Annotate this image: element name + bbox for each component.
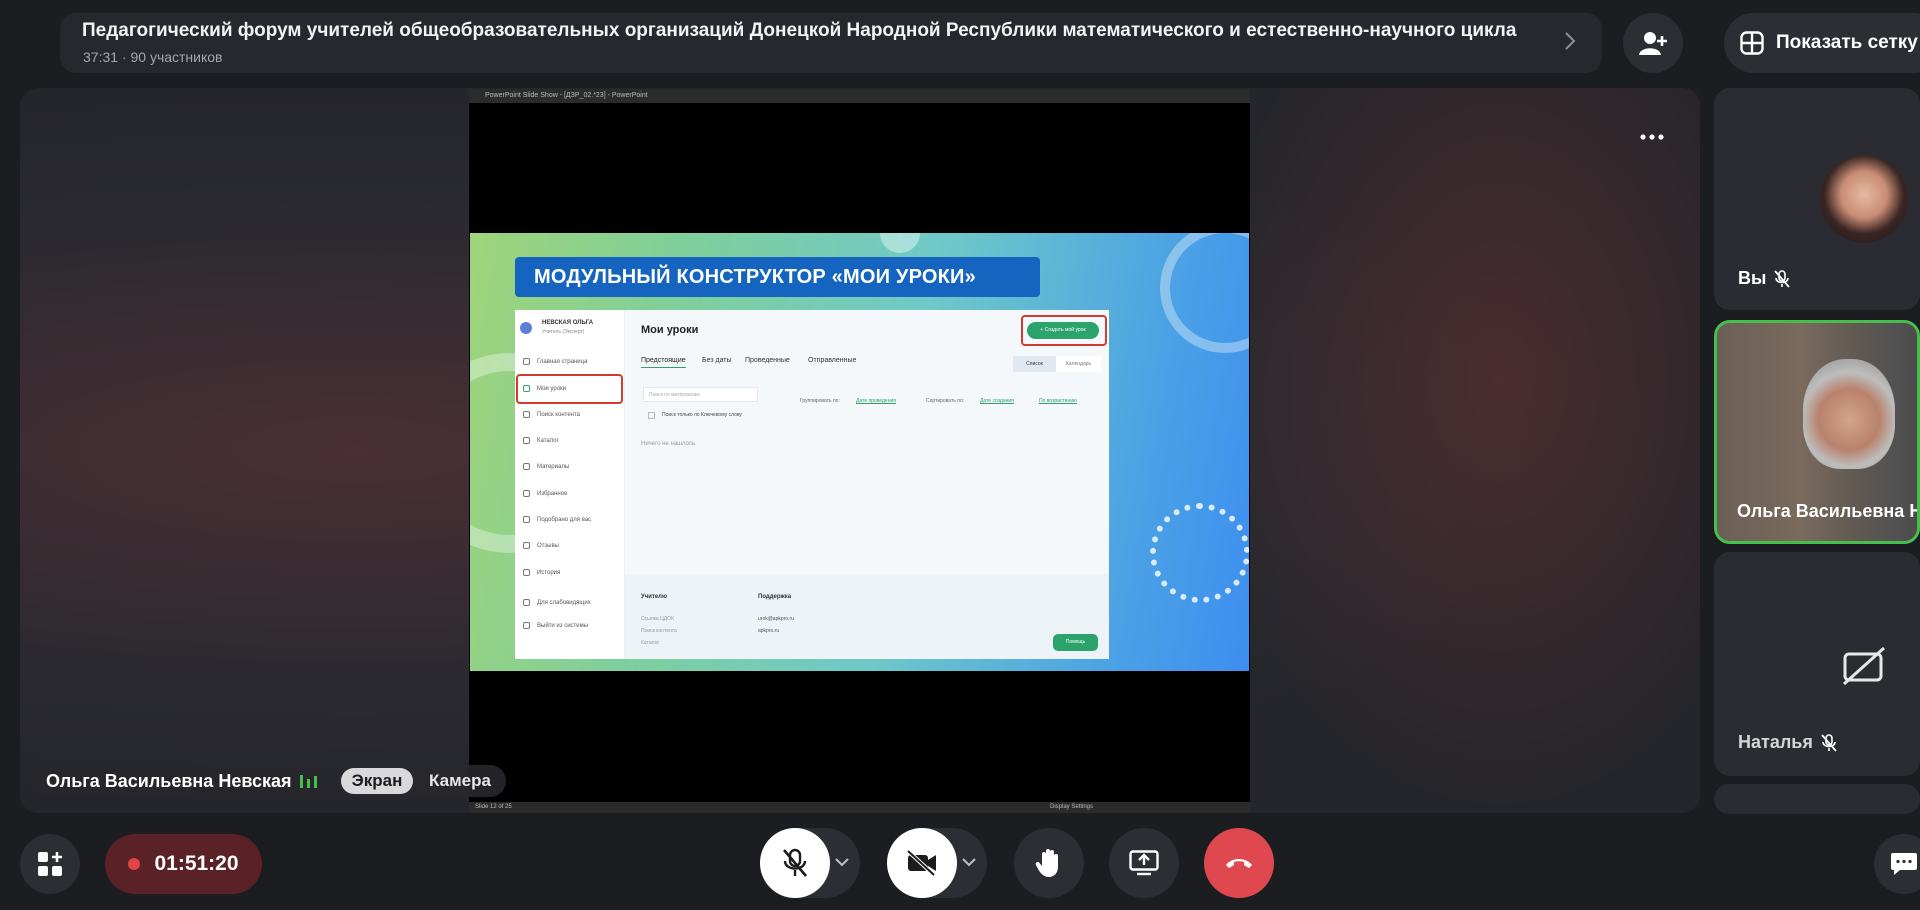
app-page-title: Мои уроки	[641, 324, 699, 336]
app-tab[interactable]: Отправленные	[808, 357, 856, 364]
hand-icon	[1035, 849, 1058, 877]
show-grid-label: Показать сетку	[1776, 32, 1918, 53]
app-sort-label: Сортировать по:	[926, 398, 965, 404]
show-grid-button[interactable]: Показать сетку	[1724, 13, 1920, 73]
mic-muted-icon	[1821, 733, 1837, 752]
chat-icon	[1891, 853, 1917, 875]
app-avatar	[520, 322, 532, 334]
source-screen-tab[interactable]: Экран	[341, 768, 413, 794]
participant-name: Наталья	[1738, 732, 1813, 752]
mic-off-icon	[783, 848, 807, 877]
person-silhouette	[1803, 359, 1895, 469]
app-sidebar-item[interactable]: Избранное	[523, 490, 567, 497]
display-settings[interactable]: Display Settings	[1050, 804, 1093, 810]
app-main	[625, 310, 1109, 574]
speaker-name: Ольга Васильевна Невская	[46, 770, 292, 791]
hang-up-icon	[1226, 859, 1252, 868]
participant-tile[interactable]: Наталья	[1714, 552, 1920, 776]
participant-name: Вы	[1738, 268, 1767, 288]
app-tab[interactable]: Проведенные	[745, 357, 790, 364]
apps-button[interactable]	[20, 834, 80, 894]
mic-muted-icon	[1774, 269, 1791, 288]
raise-hand-button[interactable]	[1014, 828, 1084, 898]
app-footer	[625, 574, 1109, 659]
recording-indicator[interactable]: 01:51:20	[105, 834, 262, 894]
app-help-button[interactable]: Помощь	[1053, 634, 1098, 651]
shared-window-statusbar: Slide 12 of 25 Display Settings	[469, 802, 1250, 813]
recording-time: 01:51:20	[154, 852, 239, 875]
app-search-input[interactable]: Поиск по материалам	[643, 387, 758, 402]
app-sidebar-item[interactable]: Подобрано для вас	[523, 516, 591, 523]
chevron-down-icon[interactable]	[959, 852, 979, 872]
apps-add-icon	[38, 852, 62, 876]
participant-tile-speaker[interactable]: Ольга Васильевна Невская	[1714, 320, 1920, 544]
app-sidebar-item[interactable]: Для слабовидящих	[523, 599, 591, 606]
share-screen-button[interactable]	[1109, 828, 1179, 898]
slide-banner: МОДУЛЬНЫЙ КОНСТРУКТОР «МОИ УРОКИ»	[515, 257, 1040, 297]
camera-toggle-button[interactable]	[887, 828, 957, 898]
speaker-name-tag: Ольга Васильевна Невская	[34, 766, 330, 796]
app-group-by-label: Группировать по:	[800, 398, 840, 404]
add-user-icon	[1639, 32, 1667, 55]
participant-tile-partial[interactable]	[1714, 784, 1920, 814]
highlight-my-lessons	[516, 374, 623, 404]
app-sidebar-item[interactable]: История	[523, 569, 560, 576]
app-sidebar-item[interactable]: Главная страница	[523, 358, 587, 365]
chevron-right-icon[interactable]	[1563, 30, 1579, 56]
app-sidebar-item[interactable]: Каталог	[523, 437, 559, 444]
add-participant-button[interactable]	[1623, 13, 1683, 73]
more-options-icon[interactable]	[1640, 116, 1664, 147]
chevron-down-icon[interactable]	[832, 852, 852, 872]
app-tab[interactable]: Без даты	[702, 357, 732, 364]
app-group-by-value[interactable]: Дате проведения	[856, 398, 896, 404]
app-sort-value[interactable]: Дате создания	[980, 398, 1014, 404]
stage-glow	[1200, 88, 1700, 813]
participant-tile-self[interactable]: Вы	[1714, 88, 1920, 310]
camera-off-icon	[906, 850, 936, 876]
grid-icon	[1740, 31, 1764, 55]
participant-name: Ольга Васильевна Невская	[1737, 501, 1917, 521]
meeting-title: Педагогический форум учителей общеобразо…	[82, 20, 1517, 41]
app-empty-text: Ничего не нашлось	[641, 441, 696, 447]
app-footer-site[interactable]: apkpro.ru	[758, 628, 779, 634]
app-footer-link[interactable]: Каталог	[641, 640, 659, 646]
app-keyword-checkbox[interactable]	[648, 412, 655, 419]
avatar	[1820, 155, 1908, 243]
source-camera-tab[interactable]: Камера	[417, 768, 503, 794]
app-sidebar-item[interactable]: Выйти из системы	[523, 622, 588, 629]
app-footer-col2-title: Поддержка	[758, 594, 792, 600]
app-view-list[interactable]: Список	[1013, 356, 1056, 372]
app-footer-email[interactable]: urok@apkpro.ru	[758, 616, 794, 622]
screen-share-icon	[1129, 850, 1159, 876]
app-sidebar-item[interactable]: Отзывы	[523, 542, 559, 549]
app-user-name: НЕВСКАЯ ОЛЬГА	[542, 320, 594, 326]
app-footer-link[interactable]: Ссылка ЦДОК	[641, 616, 674, 622]
record-dot-icon	[128, 858, 141, 870]
app-footer-col1-title: Учителю	[641, 594, 668, 600]
app-footer-link[interactable]: Поиск контента	[641, 628, 677, 634]
shared-window-titlebar: PowerPoint Slide Show - [ДЗР_02.*23] - P…	[469, 89, 1250, 103]
mic-toggle-button[interactable]	[760, 828, 830, 898]
app-view-calendar[interactable]: Календарь	[1056, 356, 1101, 372]
app-sidebar-item[interactable]: Поиск контента	[523, 411, 580, 418]
app-sort-order[interactable]: По возрастанию	[1039, 398, 1077, 404]
highlight-create-button	[1021, 315, 1107, 346]
meeting-duration-participants: 37:31 · 90 участников	[83, 49, 223, 65]
app-keyword-label: Поиск только по Ключевому слову	[662, 412, 742, 418]
app-tab-active[interactable]: Предстоящие	[641, 357, 686, 368]
slide-counter: Slide 12 of 25	[475, 804, 512, 810]
end-call-button[interactable]	[1204, 828, 1274, 898]
app-sidebar-item[interactable]: Материалы	[523, 463, 569, 470]
audio-level-icon	[300, 775, 318, 788]
camera-off-icon	[1842, 646, 1886, 686]
app-user-role: Учитель (Эксперт)	[542, 329, 585, 335]
chat-button[interactable]	[1874, 834, 1920, 894]
